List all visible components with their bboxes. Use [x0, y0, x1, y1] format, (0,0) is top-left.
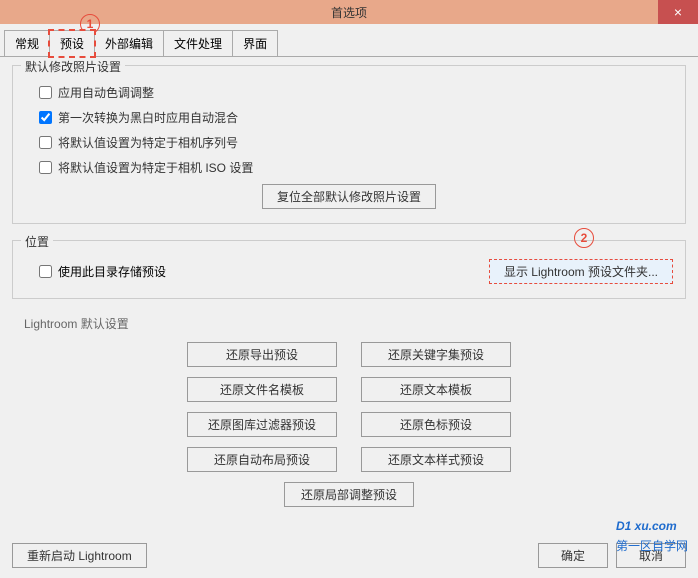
restart-lightroom-button[interactable]: 重新启动 Lightroom	[12, 543, 147, 568]
lightroom-defaults-group: Lightroom 默认设置 还原导出预设 还原关键字集预设 还原文件名模板 还…	[12, 315, 686, 521]
location-group: 位置 使用此目录存储预设 显示 Lightroom 预设文件夹...	[12, 240, 686, 299]
camera-iso-checkbox[interactable]	[39, 161, 52, 174]
restore-text-templates-button[interactable]: 还原文本模板	[361, 377, 511, 402]
show-presets-folder-button[interactable]: 显示 Lightroom 预设文件夹...	[489, 259, 673, 284]
tab-external-edit[interactable]: 外部编辑	[94, 30, 164, 56]
group-legend: Lightroom 默认设置	[24, 315, 674, 332]
group-legend: 默认修改照片设置	[21, 58, 125, 75]
cancel-button[interactable]: 取消	[616, 543, 686, 568]
restore-filename-templates-button[interactable]: 还原文件名模板	[187, 377, 337, 402]
camera-serial-label: 将默认值设置为特定于相机序列号	[58, 134, 238, 151]
restore-auto-layout-presets-button[interactable]: 还原自动布局预设	[187, 447, 337, 472]
window-title: 首选项	[331, 4, 367, 21]
group-legend: 位置	[21, 233, 53, 250]
tab-bar: 常规 预设 外部编辑 文件处理 界面	[0, 24, 698, 57]
tab-file-handling[interactable]: 文件处理	[163, 30, 233, 56]
store-presets-with-catalog-checkbox[interactable]	[39, 265, 52, 278]
close-button[interactable]: ×	[658, 0, 698, 24]
auto-tone-checkbox[interactable]	[39, 86, 52, 99]
tab-interface[interactable]: 界面	[232, 30, 278, 56]
tab-presets[interactable]: 预设	[49, 30, 95, 57]
restore-library-filter-presets-button[interactable]: 还原图库过滤器预设	[187, 412, 337, 437]
camera-serial-checkbox[interactable]	[39, 136, 52, 149]
reset-develop-defaults-button[interactable]: 复位全部默认修改照片设置	[262, 184, 436, 209]
restore-local-adjustment-presets-button[interactable]: 还原局部调整预设	[284, 482, 414, 507]
tab-general[interactable]: 常规	[4, 30, 50, 56]
default-develop-group: 默认修改照片设置 应用自动色调调整 第一次转换为黑白时应用自动混合 将默认值设置…	[12, 65, 686, 224]
auto-mix-bw-checkbox[interactable]	[39, 111, 52, 124]
ok-button[interactable]: 确定	[538, 543, 608, 568]
restore-text-style-presets-button[interactable]: 还原文本样式预设	[361, 447, 511, 472]
auto-mix-bw-label: 第一次转换为黑白时应用自动混合	[58, 109, 238, 126]
restore-keyword-set-presets-button[interactable]: 还原关键字集预设	[361, 342, 511, 367]
store-presets-label: 使用此目录存储预设	[58, 263, 166, 280]
camera-iso-label: 将默认值设置为特定于相机 ISO 设置	[58, 159, 253, 176]
restore-color-label-presets-button[interactable]: 还原色标预设	[361, 412, 511, 437]
auto-tone-label: 应用自动色调调整	[58, 84, 154, 101]
restore-export-presets-button[interactable]: 还原导出预设	[187, 342, 337, 367]
